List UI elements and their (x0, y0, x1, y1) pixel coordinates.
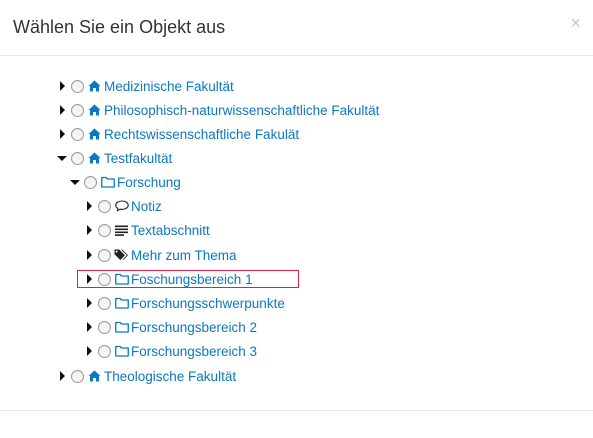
tree-node-label[interactable]: Theologische Fakultät (104, 369, 236, 384)
collapse-toggle[interactable] (56, 148, 68, 168)
tree-node-mehr-zum-thema[interactable]: Mehr zum Thema (83, 245, 237, 265)
tree-node-testfakultaet[interactable]: Testfakultät (56, 148, 172, 168)
tree-node-label[interactable]: Notiz (131, 199, 162, 214)
caret-right-icon (86, 274, 92, 284)
select-radio[interactable] (98, 223, 111, 237)
tree-node-rechtswissenschaftliche-fakultaet[interactable]: Rechtswissenschaftliche Fakulät (56, 124, 299, 144)
select-radio[interactable] (84, 175, 97, 189)
expand-toggle[interactable] (83, 317, 95, 337)
tree-node-label[interactable]: Textabschnitt (131, 223, 210, 238)
caret-right-icon (59, 129, 65, 139)
tree-node-label[interactable]: Foschungsbereich 1 (131, 272, 253, 287)
expand-toggle[interactable] (56, 366, 68, 386)
home-icon (87, 127, 102, 141)
dialog-footer-divider (0, 410, 593, 411)
tree-node-label[interactable]: Testfakultät (104, 151, 172, 166)
expand-toggle[interactable] (56, 76, 68, 96)
tree-node-forschungsbereich-2[interactable]: Forschungsbereich 2 (83, 317, 257, 337)
caret-right-icon (59, 105, 65, 115)
tree-node-label[interactable]: Forschungsbereich 2 (131, 320, 257, 335)
dialog-title: Wählen Sie ein Objekt aus (13, 17, 226, 37)
folder-icon (114, 320, 129, 334)
caret-down-icon (57, 155, 67, 161)
expand-toggle[interactable] (83, 341, 95, 361)
tree-node-label[interactable]: Forschung (117, 175, 181, 190)
folder-icon (114, 272, 129, 286)
home-icon (87, 103, 102, 117)
tree-node-label[interactable]: Forschungsbereich 3 (131, 344, 257, 359)
select-radio[interactable] (98, 344, 111, 358)
folder-icon (114, 344, 129, 358)
caret-down-icon (70, 179, 80, 185)
caret-right-icon (59, 81, 65, 91)
tree-node-forschungsbereich-3[interactable]: Forschungsbereich 3 (83, 341, 257, 361)
expand-toggle[interactable] (83, 196, 95, 216)
select-radio[interactable] (98, 272, 111, 286)
tags-icon (114, 248, 129, 262)
caret-right-icon (86, 250, 92, 260)
tree-node-label[interactable]: Philosophisch-naturwissenschaftliche Fak… (104, 103, 379, 118)
tree-node-label[interactable]: Forschungsschwerpunkte (131, 296, 285, 311)
dialog-header: Wählen Sie ein Objekt aus × (0, 0, 593, 56)
select-radio[interactable] (98, 248, 111, 262)
close-icon[interactable]: × (570, 14, 581, 32)
select-radio[interactable] (98, 199, 111, 213)
caret-right-icon (59, 371, 65, 381)
caret-right-icon (86, 322, 92, 332)
tree-node-label[interactable]: Medizinische Fakultät (104, 79, 234, 94)
text-lines-icon (114, 223, 129, 237)
folder-icon (114, 296, 129, 310)
select-radio[interactable] (71, 79, 84, 93)
caret-right-icon (86, 201, 92, 211)
tree-node-foschungsbereich-1[interactable]: Foschungsbereich 1 (83, 269, 253, 289)
expand-toggle[interactable] (83, 293, 95, 313)
expand-toggle[interactable] (56, 100, 68, 120)
tree-node-forschung[interactable]: Forschung (69, 172, 181, 192)
collapse-toggle[interactable] (69, 172, 81, 192)
expand-toggle[interactable] (83, 245, 95, 265)
folder-icon (100, 175, 115, 189)
comment-icon (114, 199, 129, 213)
tree-node-label[interactable]: Rechtswissenschaftliche Fakulät (104, 127, 299, 142)
home-icon (87, 79, 102, 93)
tree-node-medizinische-fakultaet[interactable]: Medizinische Fakultät (56, 76, 234, 96)
select-radio[interactable] (98, 296, 111, 310)
tree-node-label[interactable]: Mehr zum Thema (131, 248, 237, 263)
select-radio[interactable] (71, 151, 84, 165)
caret-right-icon (86, 346, 92, 356)
tree-node-textabschnitt[interactable]: Textabschnitt (83, 220, 210, 240)
expand-toggle[interactable] (83, 269, 95, 289)
caret-right-icon (86, 225, 92, 235)
select-radio[interactable] (98, 320, 111, 334)
select-radio[interactable] (71, 103, 84, 117)
home-icon (87, 369, 102, 383)
expand-toggle[interactable] (83, 220, 95, 240)
select-radio[interactable] (71, 127, 84, 141)
select-radio[interactable] (71, 369, 84, 383)
caret-right-icon (86, 298, 92, 308)
tree-node-philosophisch-naturwissenschaftliche-fakultaet[interactable]: Philosophisch-naturwissenschaftliche Fak… (56, 100, 379, 120)
tree-node-notiz[interactable]: Notiz (83, 196, 162, 216)
home-icon (87, 151, 102, 165)
tree-node-theologische-fakultaet[interactable]: Theologische Fakultät (56, 366, 236, 386)
expand-toggle[interactable] (56, 124, 68, 144)
tree-node-forschungsschwerpunkte[interactable]: Forschungsschwerpunkte (83, 293, 285, 313)
